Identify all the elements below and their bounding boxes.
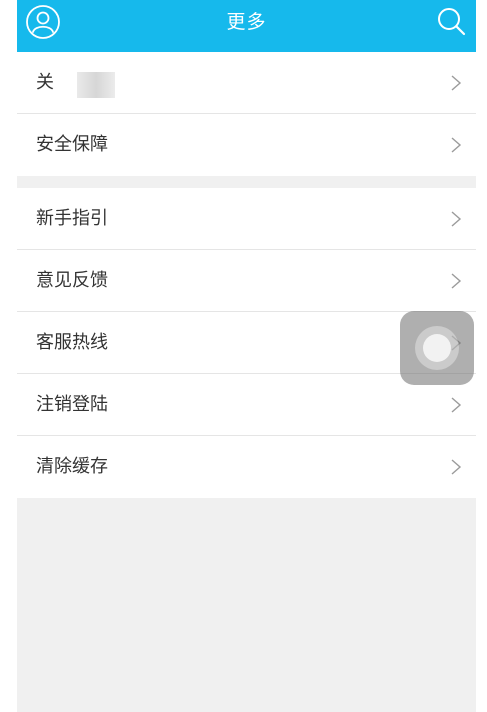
menu-item-label: 注销登陆 — [36, 394, 108, 415]
menu-item-label: 关 — [36, 72, 54, 93]
menu-item-security[interactable]: 安全保障 — [17, 114, 476, 176]
assistive-touch-dot — [423, 334, 451, 362]
menu-item-label: 清除缓存 — [36, 456, 108, 477]
menu-item-label: 新手指引 — [36, 208, 108, 229]
assistive-touch-button[interactable] — [400, 311, 474, 385]
chevron-right-icon — [451, 397, 462, 413]
menu-item-beginner-guide[interactable]: 新手指引 — [17, 188, 476, 250]
menu-item-label: 安全保障 — [36, 134, 108, 155]
redaction-blur — [77, 72, 115, 98]
page-title: 更多 — [226, 11, 267, 33]
more-screen: 更多 关 安全保障 新手指引 意见反馈 客服热线 注销登陆 清除缓存 — [17, 0, 476, 712]
search-icon[interactable] — [436, 6, 468, 38]
settings-group-account: 关 安全保障 — [17, 52, 476, 176]
chevron-right-icon — [451, 459, 462, 475]
menu-item-label: 客服热线 — [36, 332, 108, 353]
chevron-right-icon — [451, 137, 462, 153]
menu-item-clear-cache[interactable]: 清除缓存 — [17, 436, 476, 498]
menu-item-label: 意见反馈 — [36, 270, 108, 291]
chevron-right-icon — [451, 75, 462, 91]
top-bar: 更多 — [17, 0, 476, 52]
menu-item-feedback[interactable]: 意见反馈 — [17, 250, 476, 312]
chevron-right-icon — [451, 273, 462, 289]
chevron-right-icon — [451, 211, 462, 227]
